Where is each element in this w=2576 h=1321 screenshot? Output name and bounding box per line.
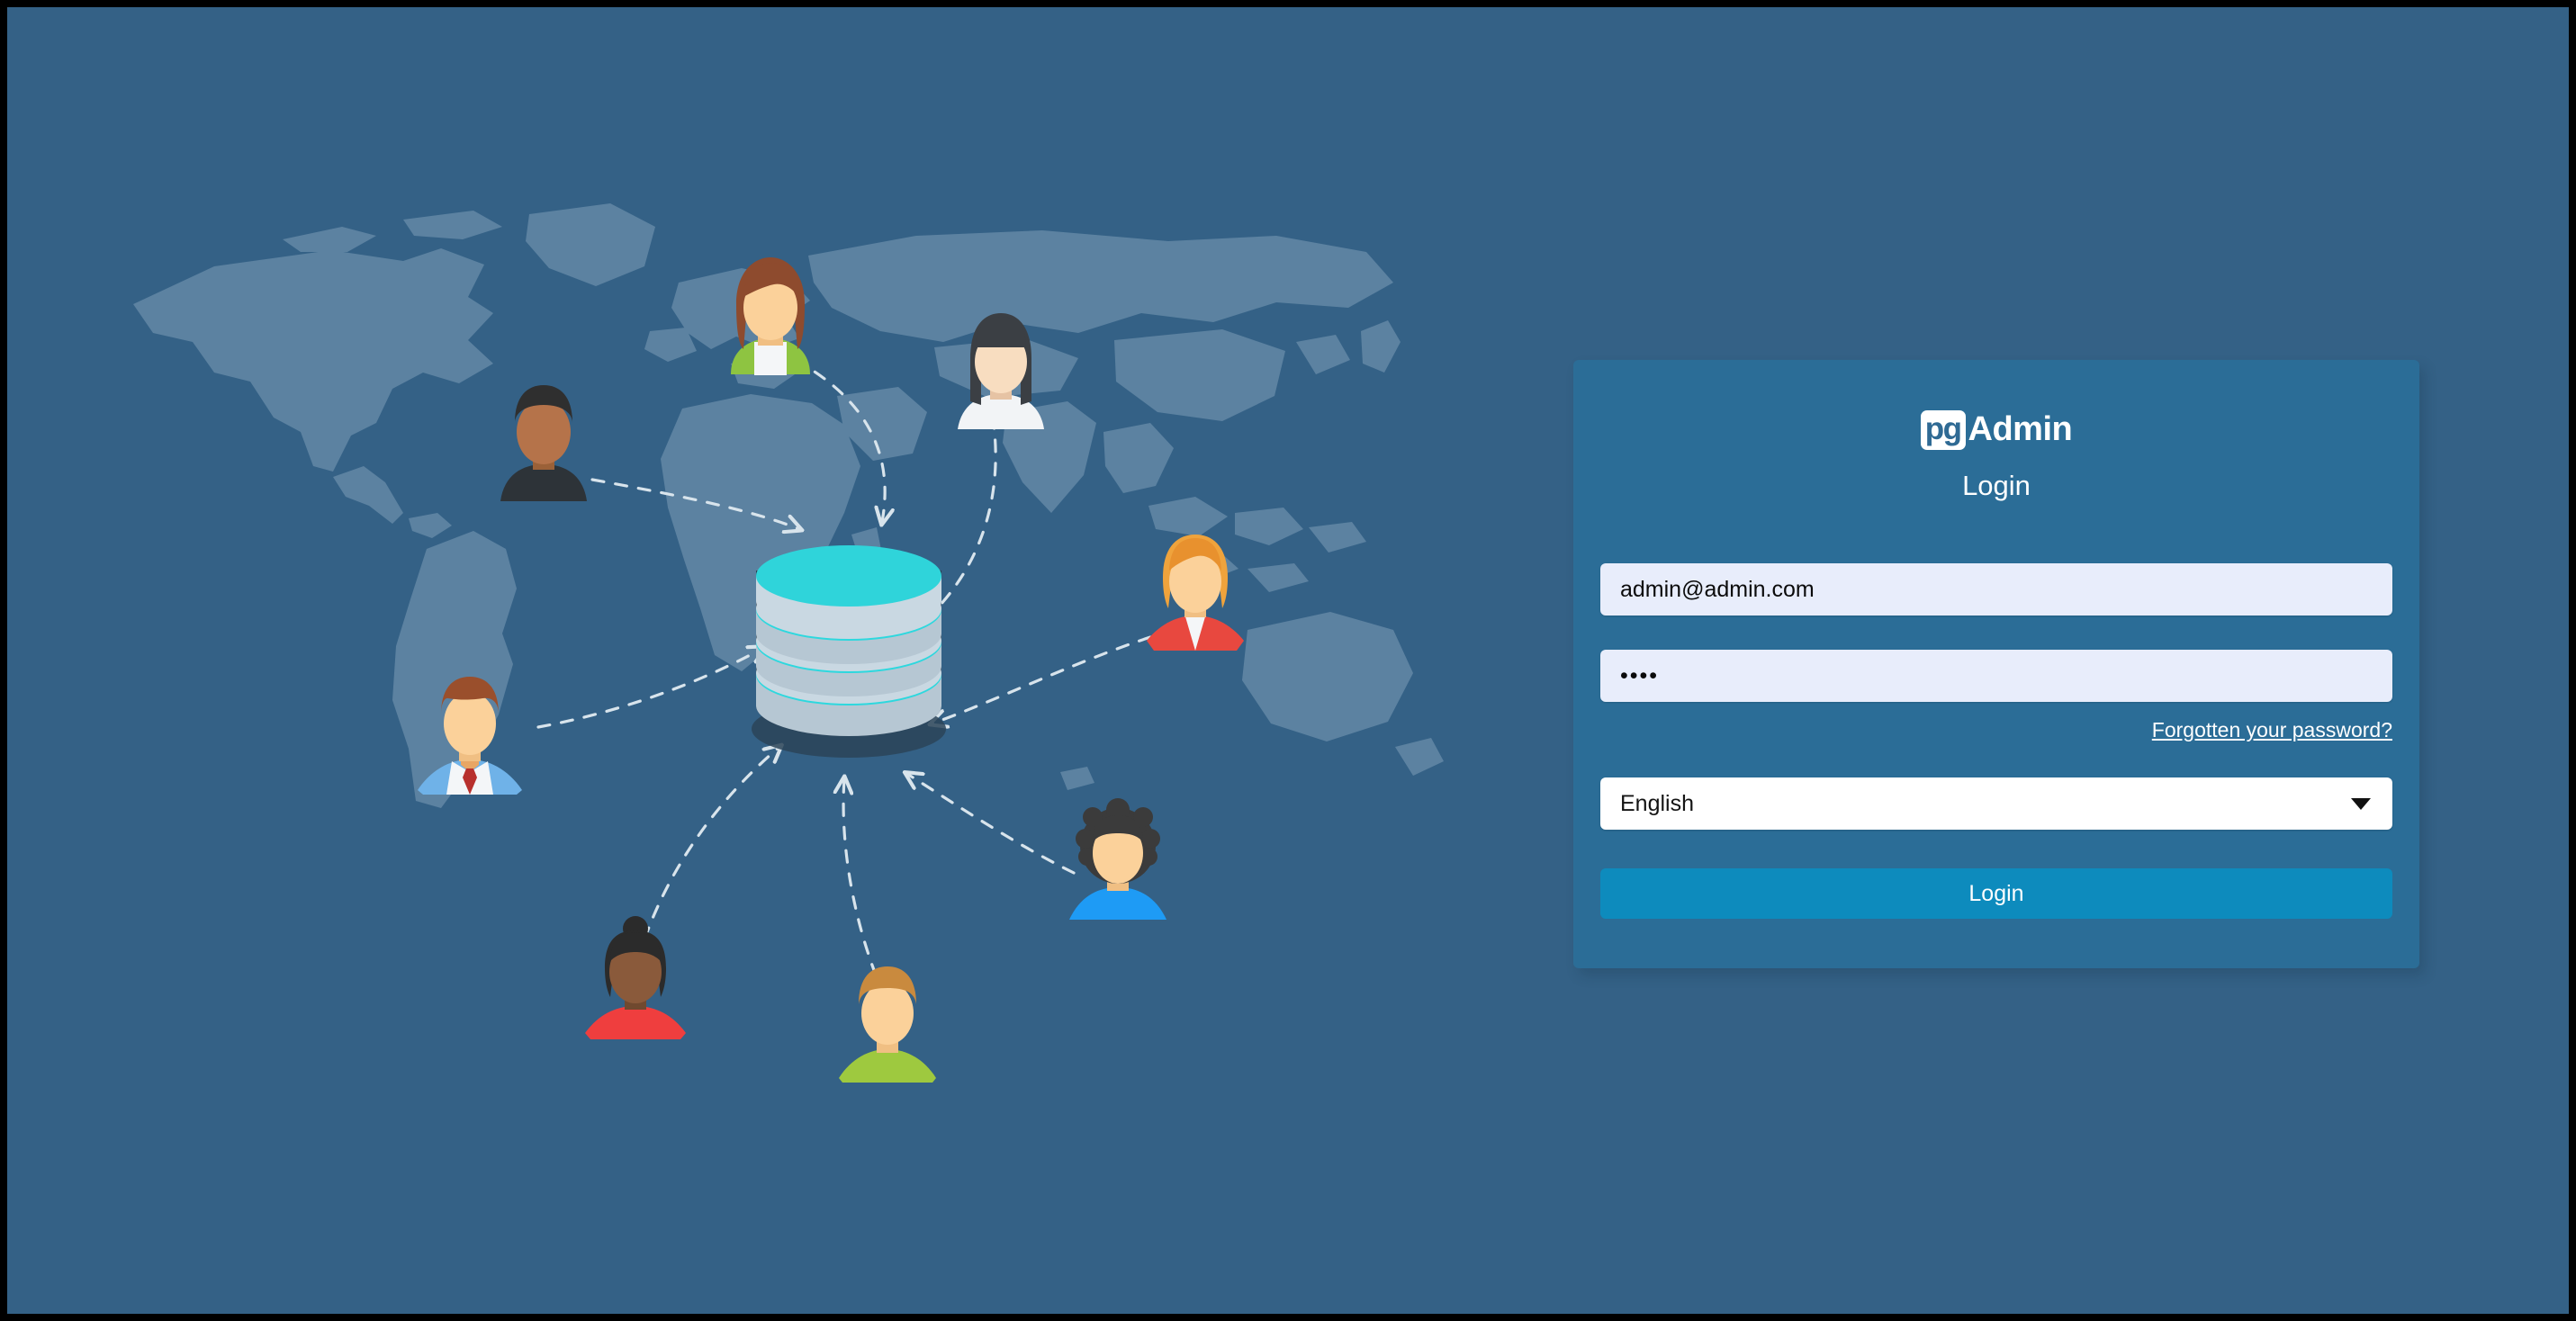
logo-admin-text: Admin [1968, 410, 2073, 448]
language-select[interactable]: English [1600, 777, 2392, 830]
login-panel: pg Admin Login Forgotten your password? … [1573, 360, 2419, 968]
chevron-down-icon [2351, 797, 2371, 810]
app-root: pg Admin Login Forgotten your password? … [0, 0, 2576, 1321]
password-field[interactable] [1600, 650, 2392, 702]
database-stack-icon [736, 529, 961, 763]
email-field[interactable] [1600, 563, 2392, 616]
avatar-man-dark-skin [488, 378, 599, 502]
page-title: Login [1962, 470, 2031, 501]
pgadmin-logo: pg Admin [1600, 407, 2392, 454]
login-button[interactable]: Login [1600, 868, 2392, 919]
login-page: pg Admin Login Forgotten your password? … [7, 7, 2569, 1314]
avatar-businessman-tie [414, 671, 526, 795]
forgot-password-link[interactable]: Forgotten your password? [2152, 718, 2392, 742]
brand-logo: pg Admin [1920, 407, 2073, 454]
logo-pg-mark: pg [1920, 410, 1966, 450]
avatar-man-green-shirt [832, 959, 943, 1083]
avatar-woman-bun [580, 916, 691, 1040]
avatar-woman-auburn-hair [715, 252, 826, 376]
language-select-value: English [1620, 790, 1694, 816]
avatar-woman-blonde-bob [1139, 527, 1251, 652]
login-form: pg Admin Login Forgotten your password? … [1600, 360, 2392, 968]
avatar-man-afro [1062, 797, 1174, 921]
avatar-woman-dark-hair [945, 306, 1057, 430]
